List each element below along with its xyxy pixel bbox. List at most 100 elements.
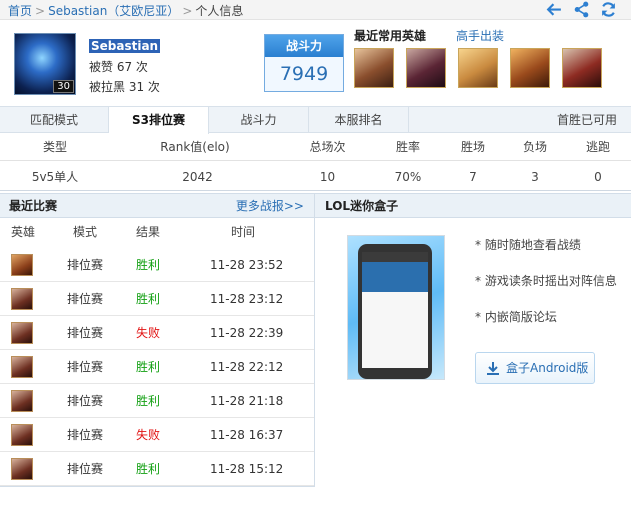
queue-type: 5v5单人 — [31, 170, 79, 184]
blocked-count: 被拉黑 31 次 — [89, 80, 160, 94]
match-row[interactable]: 排位赛 胜利 11-28 23:52 — [0, 248, 314, 282]
mini-box-title: LOL迷你盒子 — [325, 199, 399, 213]
column-header: Rank值(elo) — [160, 140, 230, 154]
rank-table-row: 5v5单人 2042 10 70% 7 3 0 — [0, 163, 631, 191]
recent-matches-title: 最近比赛 — [9, 199, 58, 213]
feature-text: * 游戏读条时摇出对阵信息 — [475, 274, 617, 288]
share-icon[interactable] — [573, 1, 590, 18]
breadcrumb-player[interactable]: Sebastian（艾欧尼亚） — [48, 4, 179, 18]
mini-box-header: LOL迷你盒子 — [315, 193, 631, 218]
match-mode: 排位赛 — [67, 428, 104, 442]
column-header: 结果 — [136, 225, 161, 239]
phone-status-bar — [362, 252, 428, 262]
match-result: 胜利 — [136, 292, 161, 306]
match-row[interactable]: 排位赛 胜利 11-28 21:18 — [0, 384, 314, 418]
power-score-box: 战斗力 7949 — [264, 34, 344, 92]
leaves: 0 — [594, 170, 602, 184]
power-label: 战斗力 — [265, 35, 343, 57]
match-mode: 排位赛 — [67, 394, 104, 408]
hero-icon — [11, 254, 33, 276]
match-mode: 排位赛 — [67, 258, 104, 272]
phone-app-image — [347, 235, 445, 380]
tab-server-rank[interactable]: 本服排名 — [309, 107, 409, 133]
match-result: 胜利 — [136, 360, 161, 374]
match-time: 11-28 22:12 — [210, 360, 284, 374]
breadcrumb-separator: > — [35, 4, 46, 18]
recent-heroes-title: 最近常用英雄 — [354, 29, 427, 43]
match-time: 11-28 23:12 — [210, 292, 284, 306]
mode-tabs: 匹配模式 S3排位赛 战斗力 本服排名 首胜已可用 — [0, 106, 631, 134]
power-value: 7949 — [279, 63, 329, 85]
match-result: 失败 — [136, 326, 161, 340]
avatar: 30 — [14, 33, 76, 95]
match-time: 11-28 15:12 — [210, 462, 284, 476]
match-result: 失败 — [136, 428, 161, 442]
match-mode: 排位赛 — [67, 360, 104, 374]
hero-icon — [11, 356, 33, 378]
losses: 3 — [531, 170, 539, 184]
total-games: 10 — [319, 170, 336, 184]
match-row[interactable]: 排位赛 胜利 11-28 15:12 — [0, 452, 314, 486]
feature-text: * 内嵌简版论坛 — [475, 310, 557, 324]
breadcrumb-current: 个人信息 — [195, 4, 244, 18]
rank-table-header: 类型 Rank值(elo) 总场次 胜率 胜场 负场 逃跑 — [0, 133, 631, 161]
hero-icon — [11, 322, 33, 344]
breadcrumb-home[interactable]: 首页 — [8, 4, 32, 18]
column-header: 逃跑 — [585, 140, 610, 154]
tab-match-mode[interactable]: 匹配模式 — [0, 107, 109, 133]
column-header: 总场次 — [309, 140, 346, 154]
download-label: 盒子Android版 — [506, 361, 589, 375]
column-header: 类型 — [42, 140, 67, 154]
match-time: 11-28 21:18 — [210, 394, 284, 408]
hero-portrait[interactable] — [458, 48, 498, 88]
column-header: 胜率 — [395, 140, 420, 154]
player-name: Sebastian — [89, 39, 161, 53]
column-header: 时间 — [231, 225, 256, 239]
match-result: 胜利 — [136, 394, 161, 408]
more-reports-link[interactable]: 更多战报>> — [236, 194, 304, 218]
match-row[interactable]: 排位赛 失败 11-28 22:39 — [0, 316, 314, 350]
hero-portrait[interactable] — [562, 48, 602, 88]
feature-text: * 随时随地查看战绩 — [475, 238, 581, 252]
hero-icon — [11, 458, 33, 480]
column-header: 胜场 — [460, 140, 485, 154]
back-arrow-icon[interactable] — [546, 1, 563, 18]
match-time: 11-28 23:52 — [210, 258, 284, 272]
match-row[interactable]: 排位赛 失败 11-28 16:37 — [0, 418, 314, 452]
match-row[interactable]: 排位赛 胜利 11-28 23:12 — [0, 282, 314, 316]
wins: 7 — [469, 170, 477, 184]
hero-icon — [11, 390, 33, 412]
elo-value: 2042 — [182, 170, 213, 184]
match-row[interactable]: 排位赛 胜利 11-28 22:12 — [0, 350, 314, 384]
first-win-status: 首胜已可用 — [556, 113, 617, 127]
hero-icon — [11, 288, 33, 310]
level-badge: 30 — [53, 80, 74, 93]
tab-power[interactable]: 战斗力 — [209, 107, 309, 133]
tab-ranked-s3[interactable]: S3排位赛 — [109, 107, 209, 134]
top-bar: 首页 > Sebastian（艾欧尼亚） > 个人信息 — [0, 0, 631, 20]
match-mode: 排位赛 — [67, 292, 104, 306]
download-icon — [487, 362, 499, 375]
column-header: 模式 — [73, 225, 98, 239]
column-header: 英雄 — [11, 225, 36, 239]
hero-icon — [11, 424, 33, 446]
hero-portrait[interactable] — [510, 48, 550, 88]
divider — [0, 486, 314, 487]
pro-builds-link[interactable]: 高手出装 — [456, 27, 504, 44]
column-header: 负场 — [522, 140, 547, 154]
breadcrumb-separator: > — [182, 4, 193, 18]
hero-portrait[interactable] — [354, 48, 394, 88]
refresh-icon[interactable] — [600, 1, 617, 18]
profile-panel: 30 Sebastian 被赞 67 次 被拉黑 31 次 战斗力 7949 最… — [0, 20, 631, 106]
match-time: 11-28 16:37 — [210, 428, 284, 442]
android-download-button[interactable]: 盒子Android版 — [475, 352, 595, 384]
breadcrumb: 首页 > Sebastian（艾欧尼亚） > 个人信息 — [8, 2, 243, 19]
match-time: 11-28 22:39 — [210, 326, 284, 340]
match-mode: 排位赛 — [67, 326, 104, 340]
win-rate: 70% — [394, 170, 422, 184]
match-mode: 排位赛 — [67, 462, 104, 476]
hero-portrait[interactable] — [406, 48, 446, 88]
likes-count: 被赞 67 次 — [89, 60, 148, 74]
recent-matches-header: 最近比赛 更多战报>> — [0, 193, 314, 218]
match-result: 胜利 — [136, 462, 161, 476]
